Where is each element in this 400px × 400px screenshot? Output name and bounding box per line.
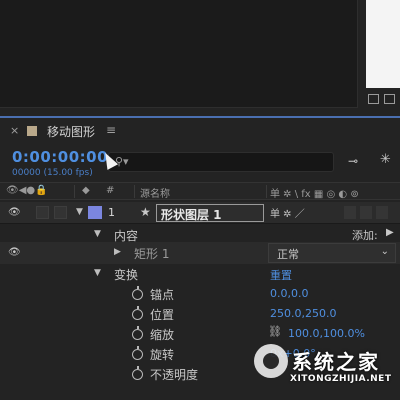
blend-mode-select[interactable]: 正常 ⌄ — [268, 243, 396, 263]
property-value[interactable]: 250.0,250.0 — [270, 307, 336, 320]
column-divider — [74, 185, 75, 198]
composition-flowchart-icon[interactable]: ⊸ — [348, 154, 358, 168]
property-row-position[interactable]: 位置 250.0,250.0 — [0, 304, 400, 324]
rectangle-group-row[interactable]: 👁 ▶ 矩形 1 正常 ⌄ — [0, 242, 400, 264]
switches-header: 单 ✲ \ fx ▦ ◎ ◐ ⊚ — [270, 189, 359, 200]
watermark-title: 系统之家 — [292, 350, 380, 374]
draft-3d-icon[interactable]: ✳ — [380, 152, 391, 167]
lock-toggle[interactable] — [54, 206, 67, 219]
twirl-down-icon[interactable]: ▼ — [76, 207, 83, 217]
property-label: 位置 — [150, 308, 175, 322]
av-features-icons: 👁◀●🔒 — [6, 185, 48, 196]
search-input[interactable]: ⚲▾ — [108, 152, 334, 172]
stopwatch-icon[interactable] — [132, 286, 143, 300]
current-time-display[interactable]: 0:00:00:00 — [12, 148, 108, 166]
column-header: 👁◀●🔒 ◆ # 源名称 单 ✲ \ fx ▦ ◎ ◐ ⊚ — [0, 182, 400, 200]
layer-number: 1 — [108, 206, 115, 219]
eye-icon[interactable]: 👁 — [8, 247, 21, 258]
property-label: 缩放 — [150, 328, 175, 342]
layer-name-field[interactable]: 形状图层 1 — [156, 204, 264, 222]
twirl-down-icon[interactable]: ▼ — [94, 229, 101, 239]
transform-row[interactable]: ▼ 变换 重置 — [0, 264, 400, 284]
audio-toggle[interactable] — [36, 206, 49, 219]
layer-row[interactable]: 👁 ▼ 1 ★ 形状图层 1 单 ✲ ／ — [0, 202, 400, 224]
property-row-anchor-point[interactable]: 锚点 0.0,0.0 — [0, 284, 400, 304]
chevron-down-icon: ⌄ — [380, 246, 389, 257]
column-divider — [134, 185, 135, 198]
property-value[interactable]: 100.0,100.0% — [288, 327, 365, 340]
eye-icon[interactable]: 👁 — [8, 207, 21, 218]
rectangle-name: 矩形 1 — [134, 247, 170, 261]
snapshot-icon[interactable] — [368, 94, 379, 104]
column-divider — [266, 185, 267, 198]
label-icon: ◆ — [82, 185, 90, 196]
tab-title[interactable]: 移动图形 — [47, 123, 95, 140]
property-label: 锚点 — [150, 288, 175, 302]
blend-mode-value: 正常 — [277, 248, 299, 261]
property-label: 不透明度 — [150, 368, 199, 382]
property-label: 旋转 — [150, 348, 175, 362]
twirl-right-icon[interactable]: ▶ — [114, 247, 121, 257]
twirl-down-icon[interactable]: ▼ — [94, 268, 101, 278]
viewer-toolbar — [368, 94, 395, 104]
watermark-emblem-icon — [254, 344, 288, 378]
close-icon[interactable]: × — [10, 124, 19, 137]
preview-canvas — [366, 0, 400, 88]
composition-icon — [27, 126, 37, 136]
constrain-proportions-icon[interactable]: ⛓ — [268, 325, 282, 338]
layer-number-header: # — [106, 185, 115, 196]
switch-box[interactable] — [344, 206, 356, 219]
stopwatch-icon[interactable] — [132, 366, 143, 380]
frame-rate-display: 00000 (15.00 fps) — [12, 168, 93, 178]
watermark-url: XITONGZHIJIA.NET — [290, 374, 392, 384]
show-snapshot-icon[interactable] — [384, 94, 395, 104]
add-menu-button[interactable]: 添加: — [352, 227, 378, 243]
layer-name: 形状图层 1 — [161, 208, 222, 222]
property-value[interactable]: 0.0,0.0 — [270, 287, 308, 300]
reset-link[interactable]: 重置 — [270, 267, 292, 283]
switch-box[interactable] — [376, 206, 388, 219]
stopwatch-icon[interactable] — [132, 306, 143, 320]
transform-label: 变换 — [114, 268, 139, 282]
layer-switches[interactable]: 单 ✲ ／ — [270, 205, 305, 220]
panel-menu-icon[interactable]: ≡ — [106, 123, 116, 137]
watermark-logo: 系统之家 XITONGZHIJIA.NET — [254, 340, 400, 400]
composition-viewer-area — [0, 0, 358, 108]
timeline-tab[interactable]: × 移动图形 ≡ — [0, 118, 400, 144]
upper-workspace — [0, 0, 400, 116]
switch-box[interactable] — [360, 206, 372, 219]
source-name-header[interactable]: 源名称 — [140, 185, 170, 200]
stopwatch-icon[interactable] — [132, 346, 143, 360]
shape-layer-icon: ★ — [140, 205, 151, 219]
stopwatch-icon[interactable] — [132, 326, 143, 340]
add-icon[interactable]: ▶ — [386, 227, 394, 238]
layer-label-color[interactable] — [88, 206, 102, 219]
